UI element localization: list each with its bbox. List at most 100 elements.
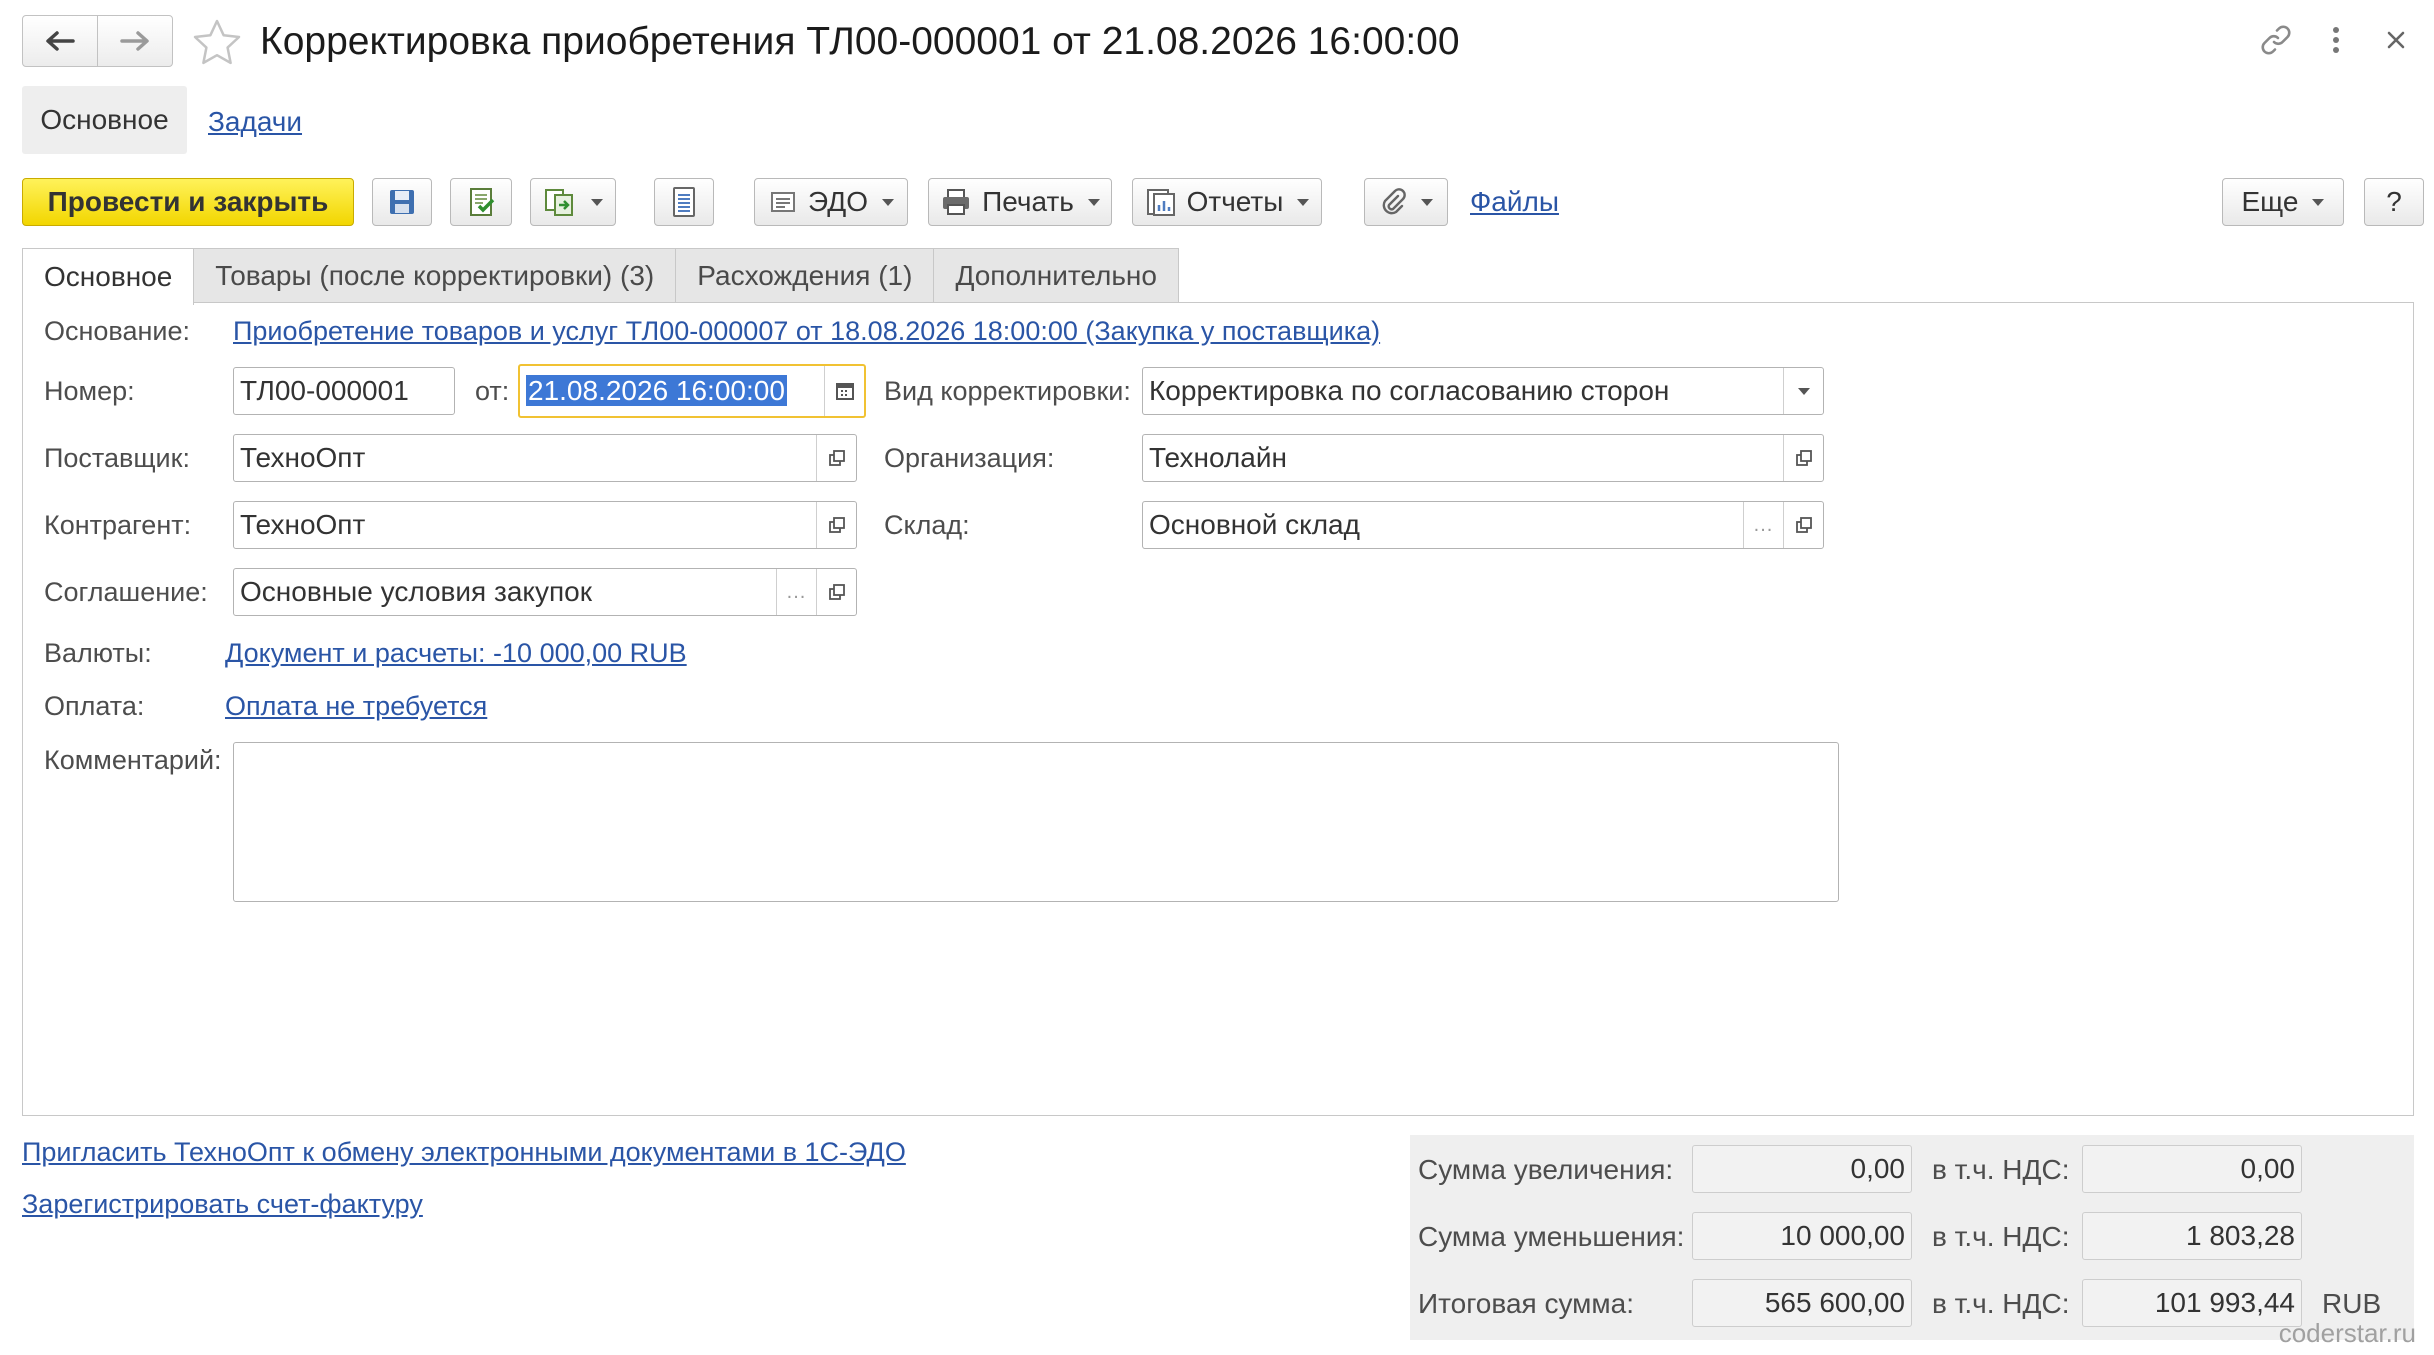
decrease-vat-label: в т.ч. НДС: [1932,1221,2070,1252]
watermark: coderstar.ru [2278,1318,2416,1348]
kebab-icon [2333,27,2339,53]
total-label: Итоговая сумма: [1418,1288,1634,1319]
post-and-close-button[interactable]: Провести и закрыть [22,178,354,226]
calendar-button[interactable] [824,366,864,416]
calendar-icon [835,383,854,400]
window-title: Корректировка приобретения ТЛ00-000001 о… [260,20,1460,63]
register-invoice-link[interactable]: Зарегистрировать счет-фактуру [22,1189,423,1220]
supplier-label: Поставщик: [44,443,190,473]
forward-button[interactable] [97,16,172,66]
more-button[interactable]: Еще [2222,178,2344,226]
invite-edo-link[interactable]: Пригласить ТехноОпт к обмену электронным… [22,1137,906,1168]
comment-label: Комментарий: [44,745,222,775]
section-tasks[interactable]: Задачи [208,106,302,138]
payment-link[interactable]: Оплата не требуется [225,691,487,722]
decrease-value: 10 000,00 [1692,1212,1912,1260]
chevron-down-icon [591,198,603,206]
organization-open-button[interactable] [1783,435,1823,481]
favorite-button[interactable] [192,18,242,66]
payment-label: Оплата: [44,691,145,721]
journal-icon [673,187,695,217]
paperclip-icon [1382,188,1406,215]
basis-label: Основание: [44,316,190,346]
counterparty-open-button[interactable] [816,502,856,548]
star-icon [193,19,241,65]
help-button[interactable]: ? [2364,178,2424,226]
copy-link-button[interactable] [2258,22,2294,58]
edo-icon [771,192,796,212]
basis-link[interactable]: Приобретение товаров и услуг ТЛ00-000007… [233,316,1380,347]
currency-label: Валюты: [44,638,152,668]
supplier-open-button[interactable] [816,435,856,481]
correction-type-value: Корректировка по согласованию сторон [1149,375,1670,406]
chevron-down-icon [1087,198,1100,206]
reports-button[interactable]: Отчеты [1132,178,1322,226]
counterparty-field[interactable]: ТехноОпт [233,501,857,549]
currency-link[interactable]: Документ и расчеты: -10 000,00 RUB [225,638,687,669]
open-icon [828,517,845,533]
from-label: от: [475,376,510,406]
decrease-vat-value: 1 803,28 [2082,1212,2302,1260]
warehouse-field[interactable]: Основной склад ... [1142,501,1824,549]
tab-additional[interactable]: Дополнительно [933,248,1179,303]
navigation-group [22,15,173,67]
date-field[interactable]: 21.08.2026 16:00:00 [518,364,866,418]
ellipsis-icon: ... [786,580,807,603]
create-based-on-icon [545,189,573,216]
agreement-field[interactable]: Основные условия закупок ... [233,568,857,616]
correction-type-select[interactable]: Корректировка по согласованию сторон [1142,367,1824,415]
tab-bar: Основное Товары (после корректировки) (3… [22,248,1179,305]
reports-label: Отчеты [1186,186,1284,217]
correction-type-dropdown[interactable] [1783,368,1823,414]
agreement-label: Соглашение: [44,577,208,607]
correction-type-label: Вид корректировки: [884,376,1131,406]
tab-goods[interactable]: Товары (после корректировки) (3) [193,248,677,303]
save-icon [390,190,414,214]
ellipsis-icon: ... [1753,513,1774,536]
agreement-select-button[interactable]: ... [776,569,816,615]
organization-label: Организация: [884,443,1055,473]
section-main[interactable]: Основное [22,86,187,154]
comment-textarea[interactable] [233,742,1839,902]
back-button[interactable] [23,16,97,66]
chevron-down-icon [881,198,894,206]
open-icon [828,584,845,600]
document-journal-button[interactable] [654,178,714,226]
print-label: Печать [982,186,1074,217]
tab-discrepancies[interactable]: Расхождения (1) [675,248,935,303]
warehouse-open-button[interactable] [1783,502,1823,548]
number-value: ТЛ00-000001 [240,375,409,406]
create-based-on-button[interactable] [530,178,616,226]
tab-main[interactable]: Основное [22,248,195,305]
counterparty-value: ТехноОпт [240,509,366,540]
post-button[interactable] [450,178,512,226]
counterparty-label: Контрагент: [44,510,192,540]
total-vat-label: в т.ч. НДС: [1932,1288,2070,1319]
warehouse-select-button[interactable]: ... [1743,502,1783,548]
save-button[interactable] [372,178,432,226]
organization-field[interactable]: Технолайн [1142,434,1824,482]
chevron-down-icon [1797,387,1810,395]
organization-value: Технолайн [1149,442,1287,473]
files-link[interactable]: Файлы [1470,186,1559,218]
more-menu-button[interactable] [2318,22,2354,58]
total-currency: RUB [2322,1288,2382,1319]
edo-label: ЭДО [808,186,868,217]
increase-label: Сумма увеличения: [1418,1154,1674,1185]
increase-vat-label: в т.ч. НДС: [1932,1154,2070,1185]
supplier-field[interactable]: ТехноОпт [233,434,857,482]
number-field[interactable]: ТЛ00-000001 [233,367,455,415]
decrease-label: Сумма уменьшения: [1418,1221,1685,1252]
agreement-open-button[interactable] [816,569,856,615]
increase-value: 0,00 [1692,1145,1912,1193]
open-icon [828,450,845,466]
more-label: Еще [2241,186,2299,217]
warehouse-label: Склад: [884,510,970,540]
edo-button[interactable]: ЭДО [754,178,908,226]
close-button[interactable] [2378,22,2414,58]
open-icon [1795,450,1812,466]
link-icon [2261,25,2291,55]
print-button[interactable]: Печать [928,178,1112,226]
attachments-button[interactable] [1364,178,1448,226]
warehouse-value: Основной склад [1149,509,1360,540]
